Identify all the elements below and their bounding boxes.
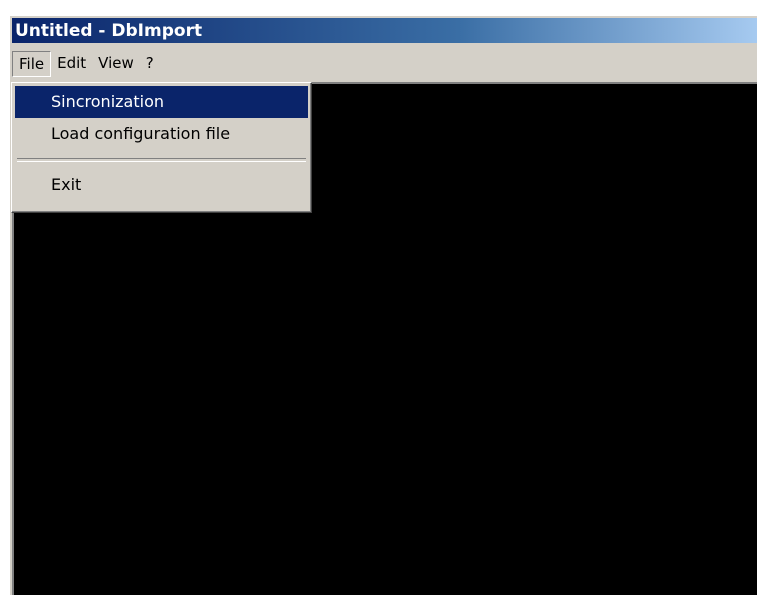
menu-item-load-configuration[interactable]: Load configuration file — [15, 118, 308, 150]
file-dropdown-menu: Sincronization Load configuration file E… — [11, 82, 312, 213]
menu-file[interactable]: File — [12, 51, 52, 77]
window-title: Untitled - DbImport — [15, 20, 203, 41]
menu-edit[interactable]: Edit — [51, 51, 92, 77]
menu-help[interactable]: ? — [140, 51, 160, 77]
menu-bar: File Edit View ? — [12, 44, 757, 81]
title-bar[interactable]: Untitled - DbImport — [12, 18, 757, 43]
menu-view[interactable]: View — [92, 51, 140, 77]
menu-item-exit[interactable]: Exit — [15, 169, 308, 201]
menu-item-sincronization[interactable]: Sincronization — [15, 86, 308, 118]
menu-separator — [17, 158, 306, 162]
